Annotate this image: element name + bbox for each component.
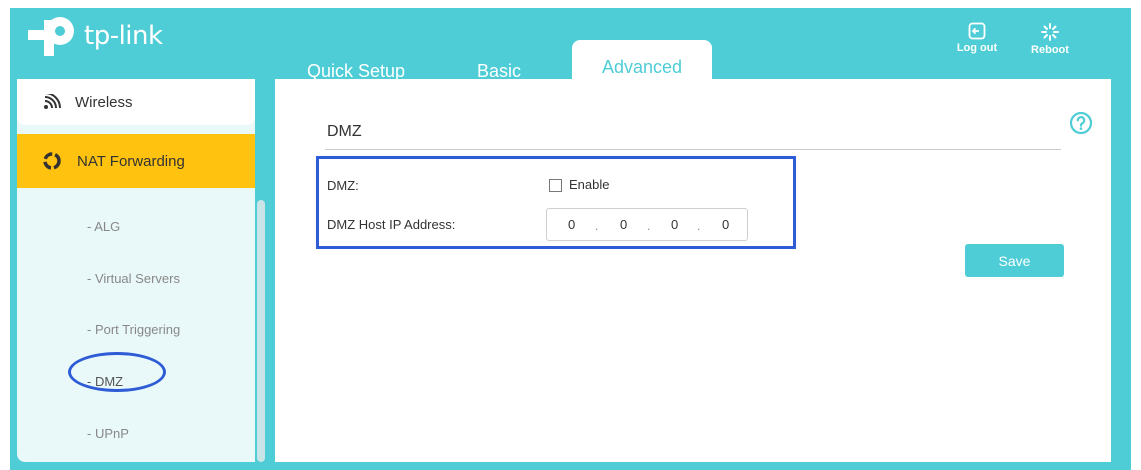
sidebar: Wireless NAT Forwarding - ALG - Virtual …	[17, 79, 255, 462]
logout-button[interactable]: Log out	[954, 22, 1000, 54]
help-icon[interactable]	[1069, 111, 1093, 135]
dmz-host-ip-label: DMZ Host IP Address:	[327, 217, 456, 232]
sidebar-item-nat-forwarding[interactable]: NAT Forwarding	[17, 134, 255, 188]
dmz-label: DMZ:	[327, 178, 359, 193]
sidebar-subitem-alg[interactable]: - ALG	[87, 219, 120, 234]
sidebar-scrollbar[interactable]	[257, 200, 265, 462]
nat-forwarding-icon	[43, 152, 61, 170]
logo-text: tp-link	[84, 21, 163, 51]
ip-separator: .	[595, 219, 599, 233]
main-panel: DMZ DMZ: Enable DMZ Host IP Address: 0 .…	[275, 79, 1111, 462]
sidebar-item-wireless[interactable]: Wireless	[17, 79, 255, 125]
dmz-highlight-circle	[68, 352, 166, 392]
ip-separator: .	[647, 219, 651, 233]
enable-label[interactable]: Enable	[569, 177, 609, 192]
save-button[interactable]: Save	[965, 244, 1064, 277]
sidebar-item-label: Wireless	[75, 93, 133, 111]
ip-separator: .	[697, 219, 701, 233]
reboot-label: Reboot	[1031, 44, 1069, 56]
ip-octet-1[interactable]: 0	[568, 217, 575, 232]
logout-label: Log out	[956, 42, 998, 54]
section-title: DMZ	[327, 123, 362, 140]
reboot-button[interactable]: Reboot	[1027, 22, 1073, 56]
dmz-host-ip-input[interactable]: 0 . 0 . 0 . 0	[546, 208, 748, 241]
enable-checkbox[interactable]	[549, 179, 562, 192]
tp-link-logo-icon	[28, 17, 74, 56]
sidebar-subitem-upnp[interactable]: - UPnP	[87, 426, 129, 441]
sidebar-subitem-virtual-servers[interactable]: - Virtual Servers	[87, 271, 180, 286]
sidebar-item-label: NAT Forwarding	[77, 152, 185, 170]
tp-link-logo[interactable]: tp-link	[26, 14, 163, 58]
ip-octet-4[interactable]: 0	[722, 217, 729, 232]
wireless-icon	[43, 94, 61, 110]
ip-octet-2[interactable]: 0	[620, 217, 627, 232]
logout-icon	[968, 22, 986, 40]
sidebar-subitem-port-triggering[interactable]: - Port Triggering	[87, 322, 180, 337]
section-divider	[325, 149, 1061, 150]
ip-octet-3[interactable]: 0	[671, 217, 678, 232]
reboot-icon	[1041, 23, 1059, 41]
